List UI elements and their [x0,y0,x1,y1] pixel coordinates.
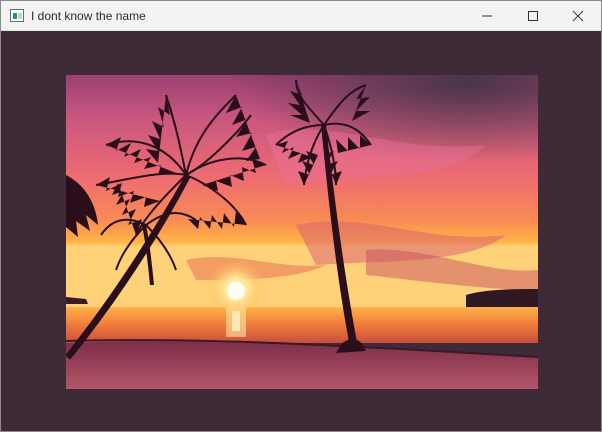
close-button[interactable] [555,1,601,30]
window-title: I dont know the name [31,9,146,23]
sunset-photo [66,75,538,389]
app-window: I dont know the name [0,0,602,432]
close-icon [572,10,584,22]
sunset-image [66,75,538,389]
minimize-button[interactable] [464,1,510,30]
title-bar[interactable]: I dont know the name [1,1,601,31]
app-window-icon [10,9,24,22]
minimize-icon [482,15,492,17]
maximize-button[interactable] [510,1,556,30]
maximize-icon [528,11,538,21]
